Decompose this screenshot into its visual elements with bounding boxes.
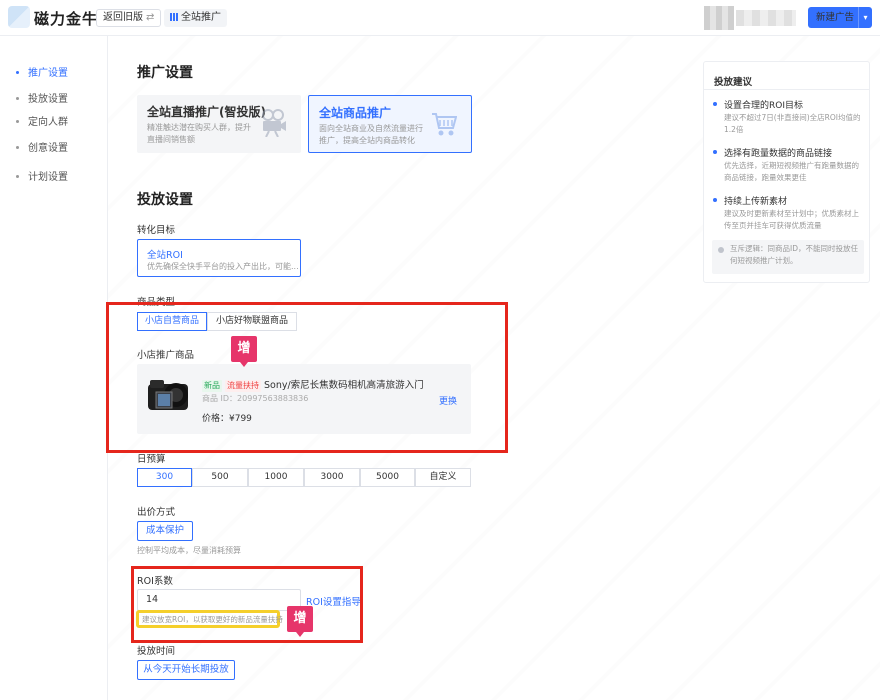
sidebar-item-label: 创意设置 — [28, 143, 68, 154]
bid-method-label: 出价方式 — [137, 507, 176, 518]
bullet-icon — [713, 198, 717, 202]
tip-title: 选择有跑量数据的商品链接 — [713, 146, 833, 159]
sidebar-item-label: 推广设置 — [28, 68, 68, 79]
live-promo-card[interactable]: 全站直播推广(智投版) 精准触达潜在购买人群，提升直播间销售额 — [137, 95, 301, 153]
camera-icon — [262, 109, 286, 137]
new-ad-button[interactable]: 新建广告 ▾ — [808, 7, 872, 28]
top-bar: 磁力金牛 返回旧版 ⇄ 全站推广 新建广告 ▾ — [0, 0, 880, 36]
delivery-tips-panel: 投放建议 设置合理的ROI目标 建议不超过7日(非直接间)全店ROI均值的1.2… — [703, 61, 870, 283]
avatar[interactable] — [704, 6, 734, 30]
tip-title-text: 设置合理的ROI目标 — [724, 101, 803, 111]
sidebar-item-targeting[interactable]: 定向人群 — [16, 113, 68, 128]
goal-option-title: 全站ROI — [147, 250, 183, 261]
budget-option-custom[interactable]: 自定义 — [415, 468, 471, 487]
chevron-down-icon[interactable]: ▾ — [858, 7, 872, 28]
sidebar-item-plan-settings[interactable]: 计划设置 — [16, 168, 68, 183]
budget-option-300[interactable]: 300 — [137, 468, 192, 487]
card-desc: 精准触达潜在购买人群，提升直播间销售额 — [147, 123, 251, 144]
goods-promo-card[interactable]: 全站商品推广 面向全站商业及自然流量进行推广，提高全站内商品转化 — [308, 95, 472, 153]
delivery-section-title: 投放设置 — [137, 192, 193, 208]
sidebar-item-creative[interactable]: 创意设置 — [16, 139, 68, 154]
annotation-box-goods — [106, 302, 508, 453]
back-button-label: 返回旧版 — [103, 12, 143, 23]
mutex-note-text: 互斥逻辑：同商品ID，不能同时投放任何短视频推广计划。 — [730, 244, 858, 265]
bullet-icon — [16, 120, 19, 123]
sidebar-item-promo-settings[interactable]: 推广设置 — [16, 64, 68, 79]
bullet-icon — [16, 146, 19, 149]
goal-option-roi[interactable]: 全站ROI 优先确保全快手平台的投入产出比，可能... — [137, 239, 301, 277]
sidebar-item-label: 定向人群 — [28, 117, 68, 128]
logo-icon — [8, 6, 30, 28]
promo-section-title: 推广设置 — [137, 65, 193, 81]
bid-method-hint: 控制平均成本，尽量消耗预算 — [137, 546, 241, 555]
new-ad-label: 新建广告 — [816, 12, 855, 23]
budget-option-1000[interactable]: 1000 — [248, 468, 304, 487]
tip-title-text: 选择有跑量数据的商品链接 — [724, 149, 833, 159]
chart-bars-icon — [170, 13, 178, 21]
sidebar-item-label: 投放设置 — [28, 94, 68, 105]
bullet-icon — [16, 71, 19, 74]
account-name-blurred — [736, 10, 796, 26]
switch-icon: ⇄ — [146, 12, 155, 23]
tip-desc: 优先选择，近期短视频推广有跑量数据的商品链接，跑量效果更佳 — [724, 161, 859, 182]
sidebar: 推广设置 投放设置 定向人群 创意设置 计划设置 — [0, 36, 108, 700]
app-name: 磁力金牛 — [34, 10, 99, 28]
bullet-icon — [713, 150, 717, 154]
tip-title: 持续上传新素材 — [713, 194, 788, 207]
site-promotion-tag: 全站推广 — [164, 9, 227, 27]
cart-icon — [432, 113, 457, 136]
site-tag-label: 全站推广 — [181, 12, 221, 23]
goal-label: 转化目标 — [137, 225, 176, 236]
annotation-added-label: 增 — [287, 606, 313, 637]
sidebar-item-delivery-settings[interactable]: 投放设置 — [16, 90, 68, 105]
tip-title-text: 持续上传新素材 — [724, 197, 788, 207]
tip-desc: 建议及时更新素材至计划中；优质素材上传至页并挂车可获得优质流量 — [724, 209, 859, 230]
bullet-icon — [713, 102, 717, 106]
card-title: 全站商品推广 — [319, 106, 392, 120]
card-desc: 面向全站商业及自然流量进行推广，提高全站内商品转化 — [319, 124, 423, 145]
tip-desc: 建议不超过7日(非直接间)全店ROI均值的1.2倍 — [724, 113, 861, 134]
sidebar-item-label: 计划设置 — [28, 172, 68, 183]
delivery-time-label: 投放时间 — [137, 646, 176, 657]
budget-label: 日预算 — [137, 454, 166, 465]
card-title: 全站直播推广(智投版) — [147, 105, 266, 119]
annotation-box-roi — [131, 566, 363, 643]
tips-title: 投放建议 — [714, 77, 753, 88]
budget-option-500[interactable]: 500 — [192, 468, 248, 487]
divider — [704, 89, 869, 90]
mutex-note: 互斥逻辑：同商品ID，不能同时投放任何短视频推广计划。 — [712, 240, 864, 274]
info-icon — [718, 247, 724, 253]
annotation-added-label: 增 — [231, 336, 257, 367]
long-term-delivery-button[interactable]: 从今天开始长期投放 — [137, 660, 235, 680]
bullet-icon — [16, 175, 19, 178]
budget-option-3000[interactable]: 3000 — [304, 468, 360, 487]
tip-title: 设置合理的ROI目标 — [713, 98, 803, 111]
budget-option-5000[interactable]: 5000 — [360, 468, 415, 487]
back-to-old-version-button[interactable]: 返回旧版 ⇄ — [96, 9, 162, 27]
cost-protection-button[interactable]: 成本保护 — [137, 521, 193, 541]
bullet-icon — [16, 97, 19, 100]
goal-option-desc: 优先确保全快手平台的投入产出比，可能... — [147, 262, 299, 271]
